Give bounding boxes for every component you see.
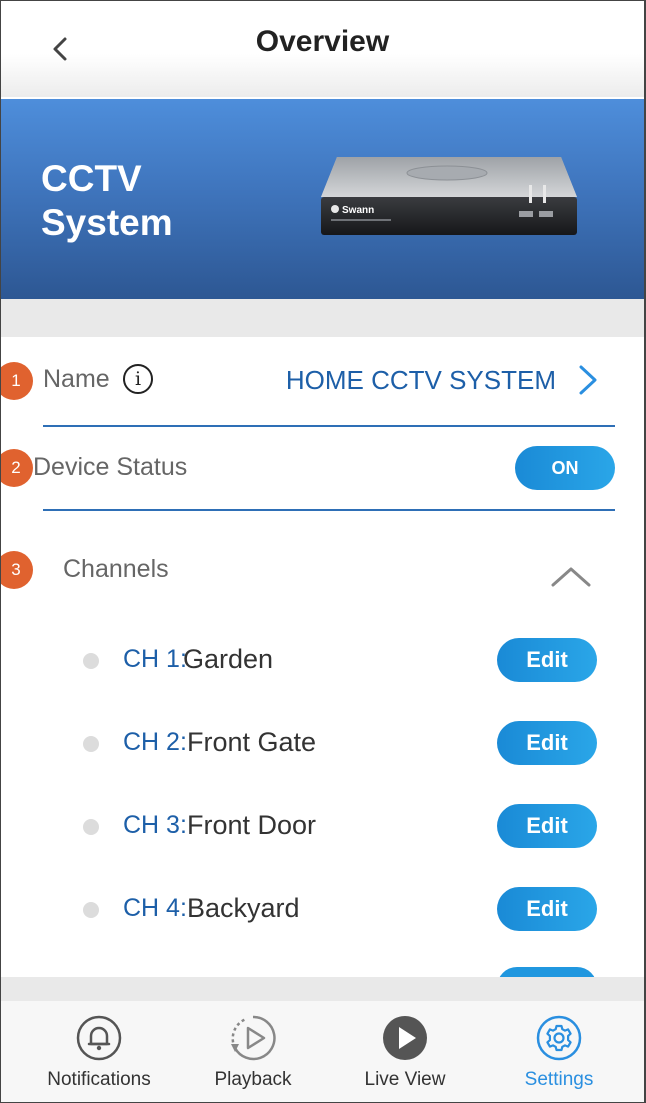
edit-channel-button[interactable]: Edit <box>497 721 597 765</box>
hero-title: CCTV System <box>41 157 173 245</box>
channel-id: CH 2: <box>123 728 187 756</box>
channel-row: CH 4: Backyard Edit <box>1 880 644 940</box>
device-status-toggle[interactable]: ON <box>515 446 615 490</box>
channel-name: Front Door <box>187 810 317 840</box>
channel-row: CH 1: Garden Edit <box>1 631 644 691</box>
channel-name: Backyard <box>187 893 300 923</box>
app-screen: Overview CCTV System Swann 1 Name i HOME… <box>0 0 646 1103</box>
tabbar-separator <box>1 977 644 1001</box>
divider <box>43 425 615 427</box>
channel-name: Front Gate <box>187 727 317 757</box>
hero-banner: CCTV System Swann <box>1 99 644 299</box>
channel-status-dot <box>83 653 99 669</box>
edit-channel-button[interactable]: Edit <box>497 804 597 848</box>
tab-notifications[interactable]: Notifications <box>29 1013 169 1091</box>
top-bar: Overview <box>1 1 644 97</box>
brand-logo: Swann <box>342 205 374 216</box>
channel-row: CH 3: Front Door Edit <box>1 797 644 857</box>
play-icon <box>383 1016 427 1060</box>
tab-playback[interactable]: Playback <box>183 1013 323 1091</box>
tab-label: Live View <box>364 1069 446 1090</box>
hero-title-line2: System <box>41 202 173 243</box>
channel-status-dot <box>83 736 99 752</box>
bottom-tab-bar: Notifications Playback Live View Setting… <box>1 1001 644 1102</box>
playback-icon <box>231 1015 276 1061</box>
tab-label: Playback <box>214 1069 292 1090</box>
annotation-badge-3: 3 <box>1 551 33 589</box>
channel-name: Garden <box>183 644 274 674</box>
gear-icon <box>536 1015 582 1061</box>
dvr-device-image: Swann <box>321 157 577 235</box>
channel-id: CH 1: <box>123 645 187 673</box>
tab-live-view[interactable]: Live View <box>335 1013 475 1091</box>
channels-label: Channels <box>63 555 169 583</box>
annotation-badge-1: 1 <box>1 362 33 400</box>
tab-label: Notifications <box>47 1069 151 1090</box>
edit-channel-button[interactable]: Edit <box>497 638 597 682</box>
tab-settings[interactable]: Settings <box>489 1013 629 1091</box>
section-gap <box>1 299 644 337</box>
tab-label: Settings <box>524 1069 594 1090</box>
name-label: Name <box>43 365 110 393</box>
edit-channel-button[interactable]: Edit <box>497 887 597 931</box>
device-name-value[interactable]: HOME CCTV SYSTEM <box>286 365 556 396</box>
chevron-up-icon[interactable] <box>547 557 595 593</box>
channel-id: CH 3: <box>123 811 187 839</box>
page-title: Overview <box>255 25 390 58</box>
channel-status-dot <box>83 902 99 918</box>
channel-status-dot <box>83 819 99 835</box>
hero-title-line1: CCTV <box>41 158 142 199</box>
annotation-badge-2: 2 <box>1 449 33 487</box>
channel-row: CH 2: Front Gate Edit <box>1 714 644 774</box>
device-status-label: Device Status <box>33 453 188 481</box>
bell-icon <box>76 1015 122 1061</box>
channel-id: CH 4: <box>123 894 187 922</box>
divider <box>43 509 615 511</box>
info-icon[interactable]: i <box>123 364 153 394</box>
chevron-right-icon[interactable] <box>575 363 601 397</box>
